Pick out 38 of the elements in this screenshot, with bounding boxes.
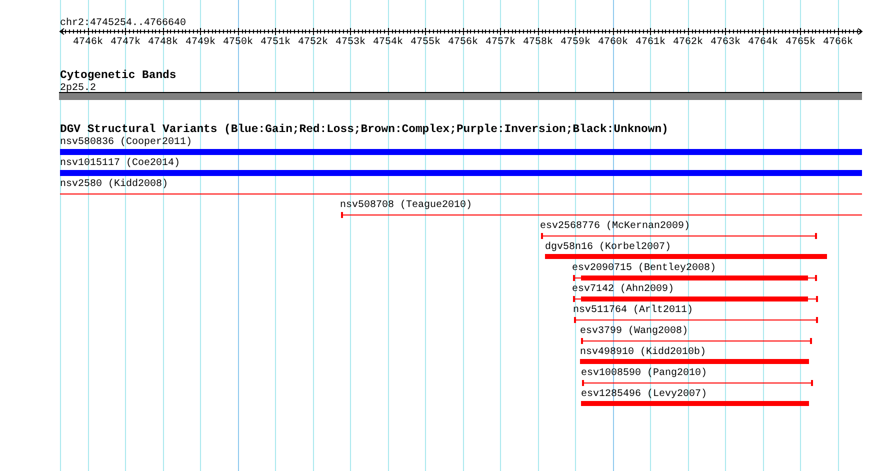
variant-label: nsv511764 (Arlt2011) xyxy=(573,305,694,316)
tick-label: 4760k xyxy=(598,37,628,48)
tick-label: 4765k xyxy=(786,37,816,48)
tick-label: 4751k xyxy=(260,37,290,48)
variant-label: esv1008590 (Pang2010) xyxy=(581,368,708,379)
tick-label: 4757k xyxy=(485,37,516,48)
track-title: DGV Structural Variants (Blue:Gain;Red:Loss;Brown:Complex;Purple:Inversion;Black:Unknown) xyxy=(60,124,668,136)
coordinate-range: chr2:4745254..4766640 xyxy=(60,18,186,29)
tick-label: 4759k xyxy=(560,37,590,48)
tick-label: 4756k xyxy=(448,37,478,48)
variant-label: esv2568776 (McKernan2009) xyxy=(540,221,690,232)
band-label: 2p25.2 xyxy=(60,83,96,94)
tick-label: 4766k xyxy=(823,37,853,48)
track-title: Cytogenetic Bands xyxy=(60,70,176,82)
tick-label: 4755k xyxy=(410,37,440,48)
tick-label: 4753k xyxy=(335,37,366,48)
tick-label: 4763k xyxy=(710,37,740,48)
tick-label: 4758k xyxy=(522,37,553,48)
tick-label: 4754k xyxy=(372,37,403,48)
variant-label: nsv580836 (Cooper2011) xyxy=(60,137,192,148)
variant-label: dgv58n16 (Korbel2007) xyxy=(545,242,672,253)
variant-label: esv2090715 (Bentley2008) xyxy=(572,263,716,274)
variant-label: esv3799 (Wang2008) xyxy=(580,326,688,337)
variant-label: esv7142 (Ahn2009) xyxy=(572,284,674,295)
variant-label: nsv498910 (Kidd2010b) xyxy=(580,347,706,358)
variant-label: nsv2580 (Kidd2008) xyxy=(60,179,168,190)
tick-label: 4752k xyxy=(298,37,328,48)
tick-label: 4747k xyxy=(110,37,140,48)
tick-label: 4746k xyxy=(72,37,103,48)
variant-label: esv1285496 (Levy2007) xyxy=(581,389,708,400)
tick-label: 4761k xyxy=(635,37,666,48)
tick-label: 4748k xyxy=(148,37,178,48)
tick-label: 4749k xyxy=(185,37,216,48)
variant-label: nsv508708 (Teague2010) xyxy=(340,200,472,211)
tick-label: 4750k xyxy=(222,37,253,48)
tick-label: 4762k xyxy=(672,37,703,48)
tick-label: 4764k xyxy=(748,37,778,48)
variant-label: nsv1015117 (Coe2014) xyxy=(60,158,180,169)
